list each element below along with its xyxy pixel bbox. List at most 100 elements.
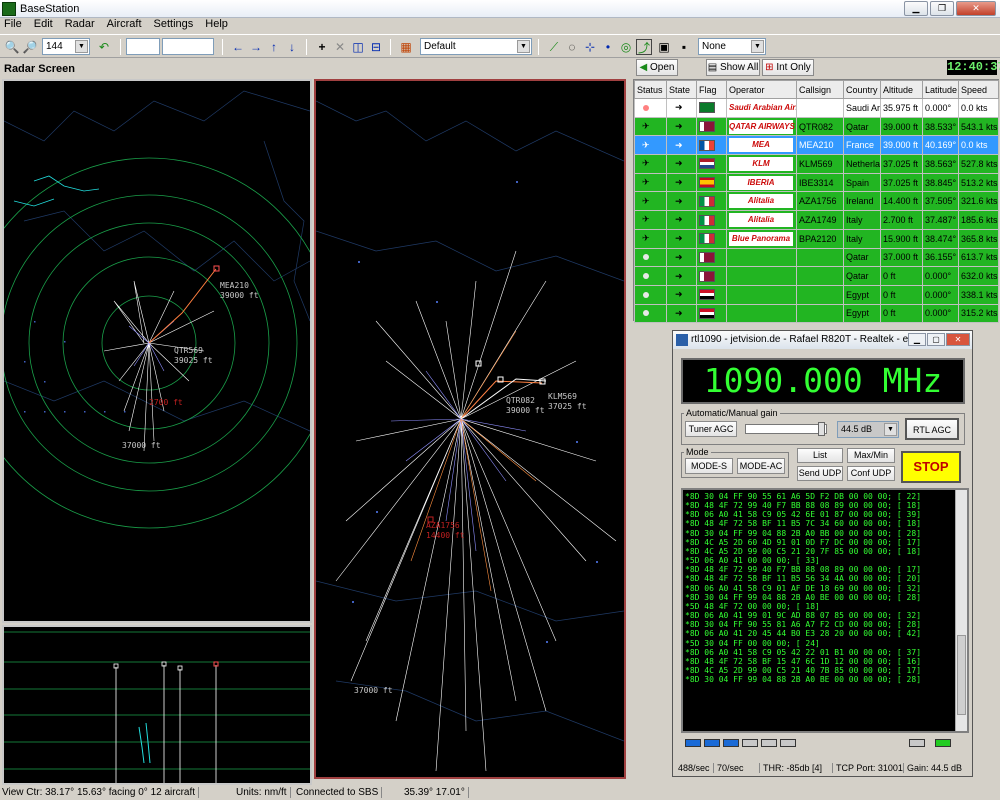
- table-row[interactable]: ✈ ➜ Alitalia AZA1749 Italy 2.700 ft 37.487° 185…: [634, 210, 999, 230]
- latitude-cell: 0.000°: [922, 303, 959, 324]
- tuner-agc-button[interactable]: Tuner AGC: [685, 421, 737, 437]
- minimize-icon[interactable]: ▁: [908, 333, 926, 346]
- marker-icon[interactable]: •: [600, 39, 616, 55]
- altitude-cell: 37.025 ft: [880, 172, 923, 193]
- arrow-left-icon[interactable]: ←: [230, 39, 246, 55]
- column-latitude[interactable]: Latitude: [922, 80, 959, 99]
- arrow-up-icon[interactable]: ↑: [266, 39, 282, 55]
- log-line: *8D 30 04 FF 90 55 81 A6 A7 F2 CD 00 00 …: [685, 620, 922, 630]
- column-altitude[interactable]: Altitude: [880, 80, 923, 99]
- screen-icon[interactable]: ▣: [656, 39, 672, 55]
- column-country[interactable]: Country: [843, 80, 881, 99]
- undo-icon[interactable]: ↶: [96, 39, 112, 55]
- maximize-icon[interactable]: ❐: [930, 1, 954, 16]
- zoom-in-icon[interactable]: 🔍: [4, 39, 20, 55]
- arrow-down-icon[interactable]: ↓: [284, 39, 300, 55]
- lon-field[interactable]: [162, 38, 214, 55]
- range-rings-icon[interactable]: ◌: [564, 39, 580, 55]
- rtl-app-icon: [676, 334, 688, 346]
- status-threshold: THR: -85db [4]: [759, 763, 822, 773]
- stop-button[interactable]: STOP: [901, 451, 961, 483]
- close-icon[interactable]: ✕: [956, 1, 996, 16]
- menu-edit[interactable]: Edit: [34, 18, 53, 33]
- column-callsign[interactable]: Callsign: [796, 80, 844, 99]
- column-operator[interactable]: Operator: [726, 80, 797, 99]
- column-speed[interactable]: Speed: [958, 80, 999, 99]
- delete-icon[interactable]: ✕: [332, 39, 348, 55]
- filter-combo[interactable]: None ▼: [698, 38, 766, 55]
- close-icon[interactable]: ✕: [946, 333, 970, 346]
- column-state[interactable]: State: [666, 80, 697, 99]
- state-arrow-icon: ➜: [675, 233, 683, 244]
- scroll-thumb[interactable]: [957, 635, 966, 715]
- show-all-button[interactable]: ▤ Show All: [706, 59, 760, 76]
- mode-s-button[interactable]: MODE-S: [685, 458, 733, 474]
- speed-cell: 543.1 kts: [958, 116, 999, 137]
- separator: [538, 39, 539, 55]
- table-row[interactable]: ✈ ➜ QATAR AIRWAYS QTR082 Qatar 39.000 ft 38.53…: [634, 116, 999, 137]
- radar-map-right: QTR082 39000 ft KLM569 37025 ft AZA1756 …: [315, 100, 625, 772]
- menu-file[interactable]: File: [4, 18, 22, 33]
- minimize-icon[interactable]: ▁: [904, 1, 928, 16]
- split-vertical-icon[interactable]: ◫: [350, 39, 366, 55]
- flag-cell: [696, 154, 727, 174]
- table-row[interactable]: ✈ ➜ IBERIA IBE3314 Spain 37.025 ft 38.845° 513.…: [634, 172, 999, 193]
- slider-thumb[interactable]: [818, 422, 825, 436]
- int-only-button[interactable]: ⊞ Int Only: [762, 59, 814, 76]
- log-scrollbar[interactable]: [955, 490, 967, 731]
- list-button[interactable]: List: [797, 448, 843, 463]
- table-row[interactable]: ✈ ➜ Alitalia AZA1756 Ireland 14.400 ft 37.505°…: [634, 191, 999, 212]
- table-row[interactable]: ➜ Saudi Arabian Airlines Saudi Ar35.975 ft…: [634, 98, 999, 118]
- console-icon[interactable]: ▪: [676, 39, 692, 55]
- split-horizontal-icon[interactable]: ⊟: [368, 39, 384, 55]
- table-row[interactable]: ➜ Qatar 0 ft 0.000° 632.0 kts: [634, 266, 999, 286]
- waypoint-icon[interactable]: ⊹: [582, 39, 598, 55]
- radar-pane-left[interactable]: MEA210 39000 ft QTR569 39025 ft 2700 ft …: [0, 79, 335, 623]
- menu-aircraft[interactable]: Aircraft: [107, 18, 142, 33]
- table-row[interactable]: ➜ Egypt 0 ft 0.000° 338.1 kts: [634, 284, 999, 305]
- menu-radar[interactable]: Radar: [65, 18, 95, 33]
- gain-slider[interactable]: [745, 422, 827, 436]
- aircraft-table[interactable]: Status State Flag Operator Callsign Coun…: [633, 79, 999, 324]
- column-status[interactable]: Status: [634, 80, 667, 99]
- status-cell: ✈: [634, 191, 667, 212]
- altitude-profile-pane[interactable]: [2, 625, 312, 785]
- column-flag[interactable]: Flag: [696, 80, 727, 99]
- table-row[interactable]: ➜ Qatar 37.000 ft 36.155° 613.7 kts: [634, 247, 999, 268]
- arrow-right-icon[interactable]: →: [248, 39, 264, 55]
- open-button[interactable]: ◀ Open: [636, 59, 678, 76]
- mode-ac-button[interactable]: MODE-AC: [737, 458, 785, 474]
- flag-icon: [699, 102, 715, 114]
- table-row[interactable]: ✈ ➜ MEA MEA210 France 39.000 ft 40.169° 0.0 kts: [634, 135, 999, 156]
- menu-help[interactable]: Help: [205, 18, 228, 33]
- table-row[interactable]: ✈ ➜ Blue Panorama BPA2120 Italy 15.900 ft 38.4…: [634, 228, 999, 249]
- zoom-out-icon[interactable]: 🔎: [22, 39, 38, 55]
- zoom-combo[interactable]: 144 ▼: [42, 38, 90, 55]
- conf-udp-button[interactable]: Conf UDP: [847, 466, 895, 481]
- label-qtr082-alt: 39000 ft: [506, 406, 545, 415]
- max-min-button[interactable]: Max/Min: [847, 448, 895, 463]
- rtl-agc-button[interactable]: RTL AGC: [905, 418, 959, 440]
- menu-settings[interactable]: Settings: [154, 18, 194, 33]
- altitude-cell: 0 ft: [880, 266, 923, 286]
- radar-pane-right[interactable]: QTR082 39000 ft KLM569 37025 ft AZA1756 …: [314, 79, 626, 779]
- menu-bar: File Edit Radar Aircraft Settings Help: [0, 18, 1000, 33]
- profile-combo[interactable]: Default ▼: [420, 38, 532, 55]
- lat-field[interactable]: [126, 38, 160, 55]
- status-connection: Connected to SBS: [296, 787, 383, 798]
- table-row[interactable]: ✈ ➜ KLMKLM569Netherlan37.025 ft38.563°527.…: [634, 154, 999, 174]
- history-icon[interactable]: ⤴: [636, 39, 652, 55]
- message-log[interactable]: *8D 30 04 FF 90 55 61 A6 5D F2 DB 00 00 …: [681, 488, 969, 733]
- palette-icon[interactable]: ▦: [398, 39, 414, 55]
- radar-icon[interactable]: ◎: [618, 39, 634, 55]
- gain-combo[interactable]: 44.5 dB ▼: [837, 421, 899, 438]
- plus-icon[interactable]: +: [314, 39, 330, 55]
- latitude-cell: 38.533°: [922, 116, 959, 137]
- restore-icon[interactable]: ▢: [927, 333, 945, 346]
- track-icon[interactable]: ⟋: [546, 39, 562, 55]
- flag-icon: [699, 214, 715, 226]
- send-udp-button[interactable]: Send UDP: [797, 466, 843, 481]
- latitude-cell: 0.000°: [922, 266, 959, 286]
- led-icon: [780, 739, 796, 747]
- table-row[interactable]: ➜ Egypt 0 ft 0.000° 315.2 kts: [634, 303, 999, 324]
